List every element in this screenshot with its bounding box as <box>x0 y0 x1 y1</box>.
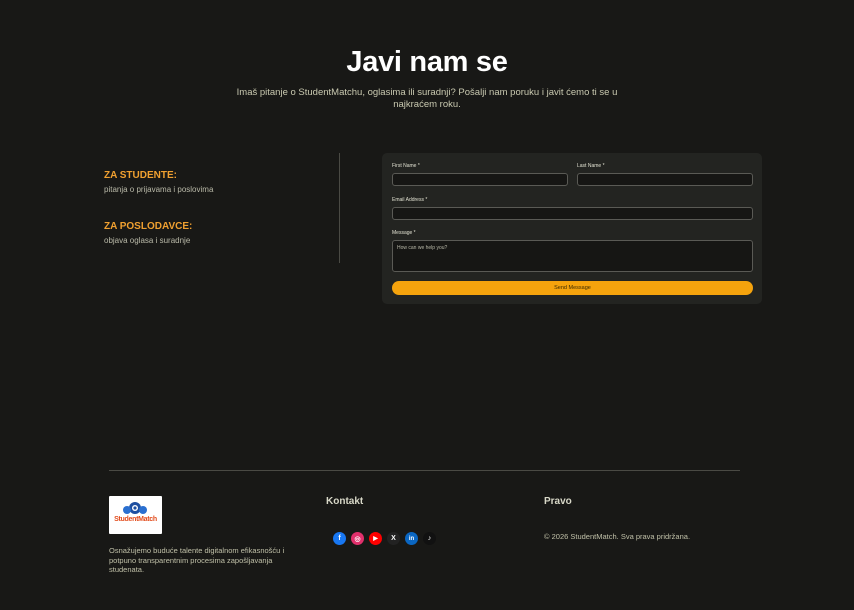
linkedin-icon[interactable]: in <box>405 532 418 545</box>
email-label: Email Address * <box>392 197 428 203</box>
tiktok-icon[interactable]: ♪ <box>423 532 436 545</box>
last-name-label: Last Name * <box>577 163 605 169</box>
contact-form: First Name * Last Name * Email Address *… <box>382 153 762 304</box>
copyright-text: © 2026 StudentMatch. Sva prava pridržana… <box>544 532 691 541</box>
employers-heading: ZA POSLODAVCE: <box>104 221 193 232</box>
employers-text: objava oglasa i suradnje <box>104 236 191 245</box>
students-text: pitanja o prijavama i poslovima <box>104 185 214 194</box>
employers-info: ZA POSLODAVCE: objava oglasa i suradnje <box>104 221 192 245</box>
footer-description: Osnažujemo buduće talente digitalnom efi… <box>109 546 285 574</box>
footer-divider <box>109 470 740 471</box>
x-icon[interactable]: X <box>387 532 400 545</box>
email-field[interactable] <box>392 207 753 220</box>
social-links: f ◎ ▶ X in ♪ <box>333 532 436 545</box>
logo-wordmark: StudentMatch <box>114 516 157 523</box>
page-subtitle: Imaš pitanje o StudentMatchu, oglasima i… <box>236 87 618 110</box>
vertical-divider <box>339 153 340 263</box>
contact-heading: Kontakt <box>326 496 364 507</box>
legal-heading: Pravo <box>544 496 572 507</box>
students-info: ZA STUDENTE: pitanja o prijavama i poslo… <box>104 170 213 194</box>
message-placeholder: How can we help you? <box>397 245 448 251</box>
last-name-field[interactable] <box>577 173 753 186</box>
students-heading: ZA STUDENTE: <box>104 170 177 181</box>
youtube-icon[interactable]: ▶ <box>369 532 382 545</box>
studentmatch-logo[interactable]: StudentMatch <box>109 496 162 534</box>
facebook-icon[interactable]: f <box>333 532 346 545</box>
first-name-label: First Name * <box>392 163 420 169</box>
instagram-icon[interactable]: ◎ <box>351 532 364 545</box>
message-label: Message * <box>392 230 416 236</box>
first-name-field[interactable] <box>392 173 568 186</box>
send-message-button[interactable]: Send Message <box>392 281 753 295</box>
page-title: Javi nam se <box>346 46 508 78</box>
message-field[interactable]: How can we help you? <box>392 240 753 272</box>
